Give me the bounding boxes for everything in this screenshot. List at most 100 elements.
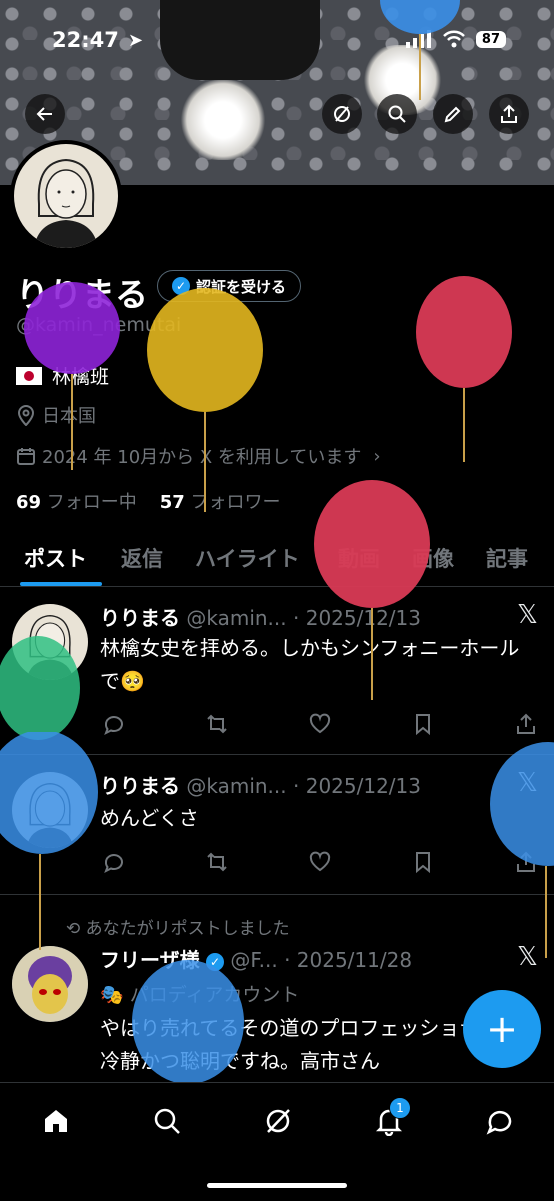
share-button[interactable] bbox=[489, 94, 529, 134]
following-count: 69 bbox=[16, 492, 42, 513]
profile-bio: 林檎班 bbox=[16, 362, 109, 389]
get-verified-label: 認証を受ける bbox=[196, 277, 287, 296]
location-text: 日本国 bbox=[42, 406, 96, 427]
post-author: りりまる bbox=[100, 606, 180, 630]
pencil-icon bbox=[444, 106, 461, 123]
bookmark-icon[interactable] bbox=[409, 710, 437, 738]
nav-messages[interactable] bbox=[480, 1101, 520, 1141]
post-date: · 2025/11/28 bbox=[284, 948, 413, 972]
post-actions bbox=[100, 710, 540, 738]
tab-posts[interactable]: ポスト bbox=[24, 543, 87, 573]
post-handle: @kamin... bbox=[186, 606, 287, 630]
search-icon bbox=[154, 1108, 180, 1134]
profile-tabs: ポスト 返信 ハイライト 動画 画像 記事 bbox=[0, 538, 554, 587]
post-header: りりまる @kamin... · 2025/12/13 bbox=[100, 602, 421, 631]
nav-home[interactable] bbox=[36, 1101, 76, 1141]
share-icon bbox=[501, 104, 517, 123]
status-bar: 22:47 ➤ 87 bbox=[0, 28, 554, 56]
back-button[interactable] bbox=[25, 94, 65, 134]
compose-button[interactable]: + bbox=[463, 990, 541, 1068]
post-header: フリーザ様 ✓ @F... · 2025/11/28 bbox=[100, 944, 412, 973]
avatar-illustration bbox=[12, 946, 88, 1022]
nav-search[interactable] bbox=[147, 1101, 187, 1141]
tab-replies[interactable]: 返信 bbox=[121, 543, 163, 573]
tab-articles[interactable]: 記事 bbox=[486, 543, 528, 573]
status-time: 22:47 bbox=[52, 28, 119, 52]
search-icon bbox=[388, 105, 406, 123]
follow-stats: 69 フォロー中 57 フォロワー bbox=[16, 488, 280, 514]
following-label: フォロー中 bbox=[46, 492, 137, 513]
reply-icon[interactable] bbox=[100, 848, 128, 876]
repost-icon[interactable] bbox=[203, 710, 231, 738]
nav-notifications[interactable]: 1 bbox=[369, 1097, 411, 1141]
repost-note-text: あなたがリポストしました bbox=[85, 919, 290, 939]
search-button[interactable] bbox=[377, 94, 417, 134]
repost-small-icon: ⟲ bbox=[66, 919, 81, 939]
avatar-illustration bbox=[26, 614, 74, 680]
parody-mask-icon: 🎭 bbox=[100, 984, 124, 1006]
bookmark-icon[interactable] bbox=[409, 848, 437, 876]
x-logo-icon: 𝕏 bbox=[517, 942, 538, 972]
signal-icon bbox=[405, 30, 431, 48]
home-icon bbox=[45, 1110, 67, 1132]
post-handle: @F... bbox=[230, 948, 278, 972]
followers-count: 57 bbox=[159, 492, 185, 513]
balloon-red bbox=[416, 276, 512, 462]
post-text: めんどくさ bbox=[100, 806, 199, 830]
post-author: りりまる bbox=[100, 774, 180, 798]
verified-badge-icon: ✓ bbox=[172, 277, 190, 295]
post-text: 林檎女史を拝める。しかもシンフォニーホールで🥺 bbox=[100, 636, 520, 693]
following-link[interactable]: 69 フォロー中 bbox=[16, 492, 137, 513]
repost-note: ⟲ あなたがリポストしました bbox=[66, 914, 290, 939]
followers-link[interactable]: 57 フォロワー bbox=[160, 492, 281, 513]
location-arrow-icon: ➤ bbox=[128, 30, 144, 51]
post-avatar[interactable] bbox=[12, 604, 88, 680]
message-icon bbox=[486, 1110, 512, 1135]
post-date: · 2025/12/13 bbox=[293, 606, 421, 630]
nav-grok[interactable] bbox=[258, 1101, 298, 1141]
post-actions bbox=[100, 848, 540, 876]
grok-icon bbox=[266, 1109, 290, 1133]
verified-badge-icon: ✓ bbox=[205, 952, 224, 971]
repost-icon[interactable] bbox=[203, 848, 231, 876]
japan-flag-icon bbox=[16, 366, 42, 385]
like-icon[interactable] bbox=[306, 848, 334, 876]
avatar-illustration bbox=[26, 782, 74, 848]
post-date: · 2025/12/13 bbox=[293, 774, 421, 798]
like-icon[interactable] bbox=[306, 710, 334, 738]
share-icon[interactable] bbox=[512, 710, 540, 738]
profile-avatar[interactable] bbox=[10, 140, 122, 252]
avatar-illustration bbox=[34, 158, 98, 248]
parody-label: 🎭 パロディアカウント bbox=[100, 980, 299, 1007]
post-avatar[interactable] bbox=[12, 946, 88, 1022]
post-handle: @kamin... bbox=[186, 774, 287, 798]
battery-indicator: 87 bbox=[475, 30, 506, 48]
tab-images[interactable]: 画像 bbox=[412, 543, 454, 573]
joined-text: 2024 年 10月から X を利用しています bbox=[42, 447, 362, 468]
back-arrow-icon bbox=[36, 107, 52, 121]
post-item[interactable]: りりまる @kamin... · 2025/12/13 𝕏 めんどくさ bbox=[0, 756, 554, 895]
post-item[interactable]: りりまる @kamin... · 2025/12/13 𝕏 林檎女史を拝める。し… bbox=[0, 588, 554, 755]
calendar-icon bbox=[17, 448, 35, 465]
share-icon[interactable] bbox=[512, 848, 540, 876]
tab-highlights[interactable]: ハイライト bbox=[195, 543, 300, 573]
edit-button[interactable] bbox=[433, 94, 473, 134]
tab-videos[interactable]: 動画 bbox=[338, 543, 380, 573]
parody-label-text: パロディアカウント bbox=[129, 984, 300, 1006]
profile-joined[interactable]: 2024 年 10月から X を利用しています › bbox=[16, 443, 381, 469]
post-avatar[interactable] bbox=[12, 772, 88, 848]
post-header: りりまる @kamin... · 2025/12/13 bbox=[100, 770, 421, 799]
bottom-nav: 1 bbox=[0, 1082, 554, 1201]
profile-handle: @kamin_nemutai bbox=[16, 314, 182, 336]
followers-label: フォロワー bbox=[190, 492, 281, 513]
wifi-icon bbox=[443, 30, 465, 48]
home-indicator bbox=[207, 1183, 347, 1188]
profile-name: りりまる bbox=[16, 275, 148, 314]
banner-flower bbox=[178, 80, 268, 160]
active-tab-indicator bbox=[20, 582, 102, 586]
grok-button[interactable] bbox=[322, 94, 362, 134]
get-verified-button[interactable]: ✓ 認証を受ける bbox=[157, 270, 302, 302]
reply-icon[interactable] bbox=[100, 710, 128, 738]
chevron-right-icon: › bbox=[373, 445, 381, 467]
location-pin-icon bbox=[17, 405, 35, 426]
